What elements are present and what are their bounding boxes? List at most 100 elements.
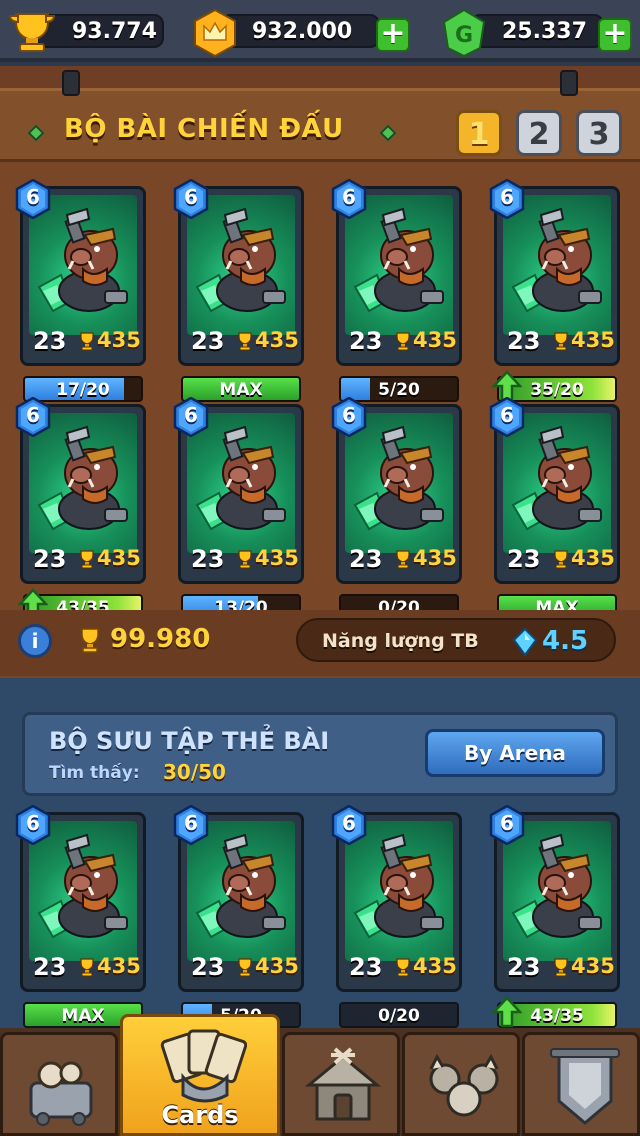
collection-card[interactable]: 6 23 435 xyxy=(15,804,146,992)
banner-shield-icon xyxy=(550,1048,620,1125)
trophy-icon xyxy=(393,957,413,977)
trophy-icon xyxy=(551,331,571,351)
level-badge: 6 xyxy=(173,804,209,846)
trophy-icon xyxy=(235,957,255,977)
card-trophy-cost: 435 xyxy=(571,954,615,978)
card-level: 6 xyxy=(26,811,40,835)
nav-shop[interactable] xyxy=(0,1032,118,1136)
card-footer: 23 435 xyxy=(345,953,457,983)
deck-tab-2[interactable]: 2 xyxy=(516,110,562,156)
card-count: 23 xyxy=(33,327,67,355)
card-level: 6 xyxy=(342,403,356,427)
found-label: Tìm thấy: xyxy=(49,763,140,783)
level-badge: 6 xyxy=(173,178,209,220)
card-count: 23 xyxy=(507,545,541,573)
deck-card[interactable]: 6 23 435 xyxy=(173,396,304,584)
card-level: 6 xyxy=(184,811,198,835)
total-trophy-value: 99.980 xyxy=(110,624,211,654)
gem-value: 25.337 xyxy=(502,19,587,44)
card-count: 23 xyxy=(191,545,225,573)
gem-counter: G 25.337 + xyxy=(440,8,636,58)
card-trophy-cost: 435 xyxy=(413,546,457,570)
card-trophy-cost: 435 xyxy=(571,328,615,352)
level-badge: 6 xyxy=(173,396,209,438)
trophy-icon xyxy=(8,13,56,52)
card-footer: 23 435 xyxy=(503,953,615,983)
collection-card[interactable]: 6 23 435 xyxy=(489,804,620,992)
card-level: 6 xyxy=(184,185,198,209)
found-value: 30/50 xyxy=(163,760,226,784)
level-badge: 6 xyxy=(489,804,525,846)
card-trophy-cost: 435 xyxy=(97,546,141,570)
trophy-icon xyxy=(393,331,413,351)
card-trophy-cost: 435 xyxy=(413,954,457,978)
card-level: 6 xyxy=(26,185,40,209)
card-level: 6 xyxy=(342,185,356,209)
level-badge: 6 xyxy=(331,396,367,438)
card-footer: 23 435 xyxy=(345,327,457,357)
card-footer: 23 435 xyxy=(503,545,615,575)
card-footer: 23 435 xyxy=(29,953,141,983)
shop-cart-icon xyxy=(29,1061,93,1126)
trophy-icon xyxy=(235,549,255,569)
collection-card[interactable]: 6 23 435 xyxy=(173,804,304,992)
card-trophy-cost: 435 xyxy=(255,546,299,570)
deck-stats-row: i 99.980 Năng lượng TB 4.5 xyxy=(0,610,640,676)
deck-card[interactable]: 6 23 435 xyxy=(15,178,146,366)
cards-hand-icon xyxy=(160,1029,247,1103)
trophy-value: 93.774 xyxy=(72,19,157,44)
trophy-icon xyxy=(77,957,97,977)
deck-tab-1[interactable]: 1 xyxy=(456,110,502,156)
card-trophy-cost: 435 xyxy=(413,328,457,352)
card-footer: 23 435 xyxy=(503,327,615,357)
card-trophy-cost: 435 xyxy=(571,546,615,570)
level-badge: 6 xyxy=(15,396,51,438)
add-gems-button[interactable]: + xyxy=(598,18,632,52)
gold-value: 932.000 xyxy=(252,19,353,44)
deck-card[interactable]: 6 23 435 xyxy=(489,396,620,584)
battle-deck-panel xyxy=(0,66,640,678)
trophy-icon xyxy=(77,549,97,569)
card-footer: 23 435 xyxy=(187,545,299,575)
card-count: 23 xyxy=(349,327,383,355)
deck-title: BỘ BÀI CHIẾN ĐẤU xyxy=(64,114,344,144)
progress-label: 0/20 xyxy=(378,1006,420,1026)
sort-by-arena-button[interactable]: By Arena xyxy=(425,729,605,777)
total-trophy-icon xyxy=(81,628,99,653)
level-badge: 6 xyxy=(331,804,367,846)
deck-card[interactable]: 6 23 435 xyxy=(331,396,462,584)
bottom-navigation: Cards xyxy=(0,1014,640,1136)
collection-card[interactable]: 6 23 435 xyxy=(331,804,462,992)
deck-tab-3[interactable]: 3 xyxy=(576,110,622,156)
card-footer: 23 435 xyxy=(29,327,141,357)
nav-events[interactable] xyxy=(522,1032,640,1136)
nav-battle[interactable] xyxy=(282,1032,400,1136)
card-trophy-cost: 435 xyxy=(255,954,299,978)
add-gold-button[interactable]: + xyxy=(376,18,410,52)
card-trophy-cost: 435 xyxy=(97,954,141,978)
deck-card[interactable]: 6 23 435 xyxy=(173,178,304,366)
trophy-icon xyxy=(77,331,97,351)
card-footer: 23 435 xyxy=(187,327,299,357)
trophy-counter: 93.774 xyxy=(6,8,166,52)
gem-icon: G xyxy=(442,8,486,58)
level-badge: 6 xyxy=(15,178,51,220)
trophy-icon xyxy=(235,331,255,351)
card-level: 6 xyxy=(500,403,514,427)
card-trophy-cost: 435 xyxy=(97,328,141,352)
nav-cards[interactable]: Cards xyxy=(120,1014,280,1136)
deck-card[interactable]: 6 23 435 xyxy=(489,178,620,366)
average-energy-label: Năng lượng TB xyxy=(322,630,479,652)
home-hut-icon xyxy=(304,1047,382,1121)
clan-warriors-icon xyxy=(429,1053,499,1117)
deck-card[interactable]: 6 23 435 xyxy=(15,396,146,584)
resource-bar: 93.774 932.000 + G 25.337 + xyxy=(0,0,640,62)
level-badge: 6 xyxy=(15,804,51,846)
deck-card[interactable]: 6 23 435 xyxy=(331,178,462,366)
card-level: 6 xyxy=(184,403,198,427)
card-count: 23 xyxy=(349,545,383,573)
nav-clan[interactable] xyxy=(402,1032,520,1136)
deck-tab-2-label: 2 xyxy=(528,117,550,152)
info-button[interactable]: i xyxy=(18,624,52,658)
average-energy-value: 4.5 xyxy=(542,626,589,656)
